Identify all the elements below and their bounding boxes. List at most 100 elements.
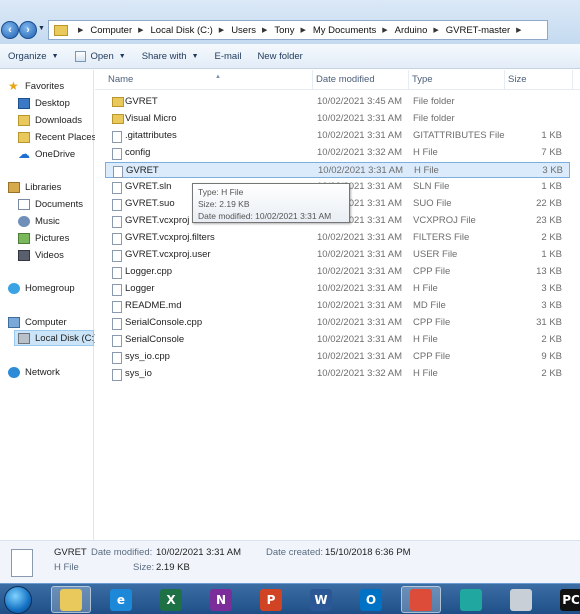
nav-desktop[interactable]: Desktop <box>18 95 70 111</box>
chevron-right-icon[interactable]: ▶ <box>382 26 387 34</box>
file-row[interactable]: README.md 10/02/2021 3:31 AM MD File 3 KB <box>105 298 570 314</box>
chevron-right-icon[interactable]: ▶ <box>138 26 143 34</box>
calculator-icon <box>510 588 532 611</box>
file-icon <box>112 250 122 262</box>
organize-button[interactable]: Organize ▼ <box>0 44 67 68</box>
nav-onedrive[interactable]: ☁ OneDrive <box>18 146 75 162</box>
file-date-modified: 10/02/2021 3:45 AM <box>317 96 403 107</box>
nav-music[interactable]: Music <box>18 213 60 229</box>
powerpoint-taskbar-button[interactable]: P <box>251 586 291 613</box>
file-name: Logger <box>125 283 155 294</box>
nav-local-disk[interactable]: Local Disk (C:) <box>14 330 97 346</box>
file-size: 1 KB <box>541 181 562 192</box>
back-button[interactable]: ‹ <box>1 21 19 39</box>
nav-favorites[interactable]: ★ Favorites <box>8 78 64 94</box>
file-row[interactable]: GVRET 10/02/2021 3:31 AM H File 3 KB <box>105 162 570 178</box>
details-date-modified: 10/02/2021 3:31 AM <box>156 547 242 558</box>
recent-locations-dropdown[interactable]: ▼ <box>38 25 45 32</box>
star-icon: ★ <box>8 78 19 93</box>
outlook-taskbar-button[interactable]: O <box>351 586 391 613</box>
edge-legacy-taskbar-button[interactable]: e <box>101 586 141 613</box>
downloads-icon <box>18 114 30 126</box>
file-row[interactable]: SerialConsole.cpp 10/02/2021 3:31 AM CPP F… <box>105 315 570 331</box>
chevron-right-icon[interactable]: ▶ <box>78 26 83 34</box>
windows-logo-icon <box>4 586 32 614</box>
open-button[interactable]: Open ▼ <box>67 44 134 68</box>
file-icon <box>112 369 122 381</box>
nav-recent-places[interactable]: Recent Places <box>18 129 96 145</box>
breadcrumb-local-disk[interactable]: Local Disk (C:) ▶ <box>151 25 232 36</box>
column-type[interactable]: Type <box>409 70 505 90</box>
nav-documents[interactable]: Documents <box>18 196 83 212</box>
breadcrumb-tony[interactable]: Tony ▶ <box>274 25 312 36</box>
calculator-taskbar-button[interactable] <box>501 586 541 613</box>
file-size: 3 KB <box>542 165 563 176</box>
folder-row[interactable]: GVRET 10/02/2021 3:45 AM File folder <box>105 94 570 110</box>
chevron-right-icon[interactable]: ▶ <box>219 26 224 34</box>
tooltip-size: Size: 2.19 KB <box>198 199 250 209</box>
breadcrumb-computer[interactable]: Computer ▶ <box>90 25 150 36</box>
file-icon <box>112 301 122 313</box>
file-name: sys_io.cpp <box>125 351 170 362</box>
powerpoint-icon: P <box>260 588 282 611</box>
word-icon: W <box>310 588 332 611</box>
excel-taskbar-button[interactable]: X <box>151 586 191 613</box>
forward-button[interactable]: › <box>19 21 37 39</box>
file-icon <box>112 318 122 330</box>
file-row[interactable]: GVRET.vcxproj.filters 10/02/2021 3:31 AM F… <box>105 230 570 246</box>
nav-homegroup[interactable]: Homegroup <box>8 280 75 296</box>
chevron-right-icon[interactable]: ▶ <box>516 26 521 34</box>
nav-pictures[interactable]: Pictures <box>18 230 69 246</box>
file-size: 2 KB <box>541 232 562 243</box>
chevron-right-icon[interactable]: ▶ <box>433 26 438 34</box>
column-date-modified[interactable]: Date modified <box>313 70 409 90</box>
chevron-right-icon[interactable]: ▶ <box>262 26 267 34</box>
nav-videos[interactable]: Videos <box>18 247 64 263</box>
file-name: Logger.cpp <box>125 266 173 277</box>
file-date-modified: 10/02/2021 3:31 AM <box>317 300 403 311</box>
file-row[interactable]: SerialConsole 10/02/2021 3:31 AM H File 2 K… <box>105 332 570 348</box>
onenote-taskbar-button[interactable]: N <box>201 586 241 613</box>
column-name[interactable]: Name ▲ <box>105 70 313 90</box>
start-button[interactable] <box>0 585 38 614</box>
folder-icon <box>112 114 124 124</box>
file-explorer-taskbar-button[interactable] <box>51 586 91 613</box>
file-size: 9 KB <box>541 351 562 362</box>
taskbar: e X N P W O PC <box>0 583 580 614</box>
file-row[interactable]: config 10/02/2021 3:32 AM H File 7 KB <box>105 145 570 161</box>
share-with-button[interactable]: Share with ▼ <box>134 44 207 68</box>
file-row[interactable]: Logger.cpp 10/02/2021 3:31 AM CPP File 13 K… <box>105 264 570 280</box>
new-folder-button[interactable]: New folder <box>249 44 310 68</box>
breadcrumb-users[interactable]: Users ▶ <box>231 25 274 36</box>
file-row[interactable]: GVRET.vcxproj.user 10/02/2021 3:31 AM USER… <box>105 247 570 263</box>
file-size: 13 KB <box>536 266 562 277</box>
pycharm-taskbar-button[interactable]: PC <box>551 586 580 613</box>
file-row[interactable]: .gitattributes 10/02/2021 3:31 AM GITATTRI… <box>105 128 570 144</box>
email-button[interactable]: E-mail <box>207 44 250 68</box>
file-type: File folder <box>413 113 455 124</box>
file-date-modified: 10/02/2021 3:32 AM <box>317 368 403 379</box>
nav-downloads[interactable]: Downloads <box>18 112 82 128</box>
chevron-right-icon[interactable]: ▶ <box>300 26 305 34</box>
word-taskbar-button[interactable]: W <box>301 586 341 613</box>
libraries-icon <box>8 181 20 193</box>
breadcrumb-gvret-master[interactable]: GVRET-master ▶ <box>446 25 529 36</box>
details-date-created: 15/10/2018 6:36 PM <box>325 547 411 558</box>
file-type: GITATTRIBUTES File <box>413 130 505 141</box>
nav-network[interactable]: Network <box>8 364 60 380</box>
file-date-modified: 10/02/2021 3:32 AM <box>317 147 403 158</box>
nav-computer[interactable]: Computer <box>8 314 67 330</box>
chrome-taskbar-button[interactable] <box>401 586 441 613</box>
folder-icon <box>112 97 124 107</box>
folder-row[interactable]: Visual Micro 10/02/2021 3:31 AM File folde… <box>105 111 570 127</box>
nav-libraries[interactable]: Libraries <box>8 179 61 195</box>
file-size: 22 KB <box>536 198 562 209</box>
column-size[interactable]: Size <box>505 70 573 90</box>
address-bar[interactable]: ▶ Computer ▶ Local Disk (C:) ▶ Users ▶ Tony… <box>48 20 548 40</box>
file-row[interactable]: Logger 10/02/2021 3:31 AM H File 3 KB <box>105 281 570 297</box>
breadcrumb-arduino[interactable]: Arduino ▶ <box>395 25 446 36</box>
file-row[interactable]: sys_io.cpp 10/02/2021 3:31 AM CPP File 9 KB <box>105 349 570 365</box>
file-row[interactable]: sys_io 10/02/2021 3:32 AM H File 2 KB <box>105 366 570 382</box>
edge-taskbar-button[interactable] <box>451 586 491 613</box>
breadcrumb-my-documents[interactable]: My Documents ▶ <box>313 25 395 36</box>
